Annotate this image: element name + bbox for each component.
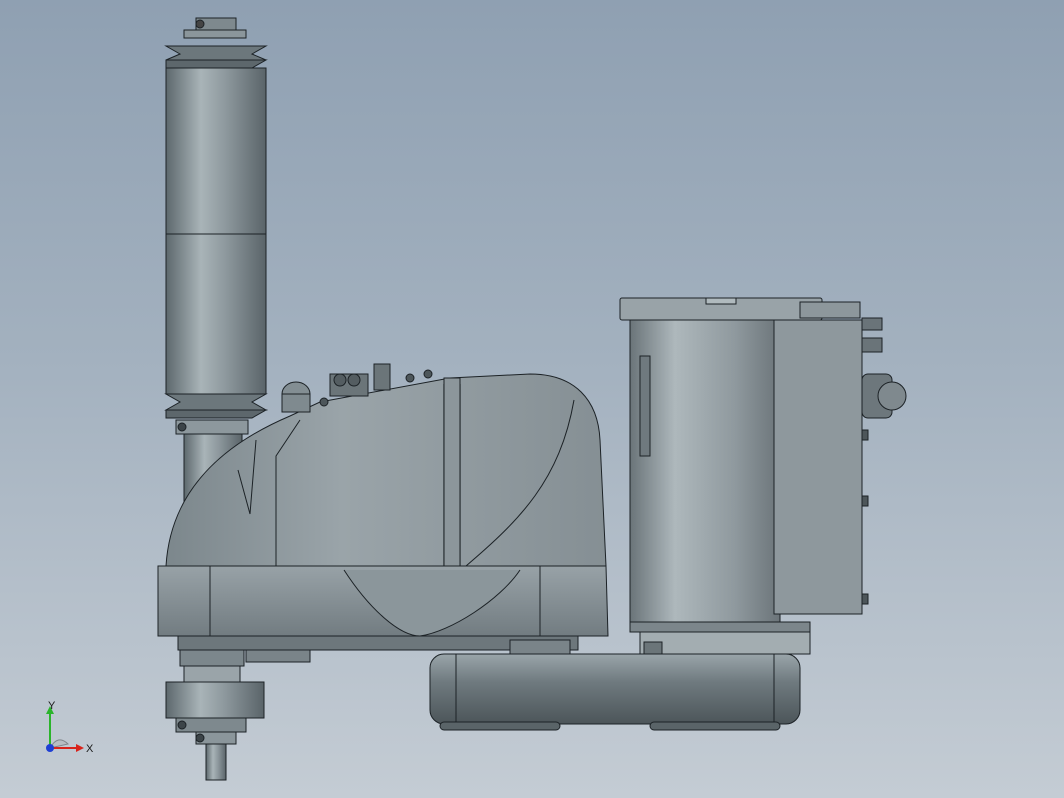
x-axis-arrowhead — [76, 744, 84, 752]
view-triad: Y X — [46, 700, 94, 755]
end-effector-shaft[interactable] — [165, 649, 265, 781]
upper-motor-assembly[interactable] — [619, 297, 907, 655]
scara-robot-model[interactable] — [0, 0, 1064, 798]
z-axis-dot — [46, 744, 54, 752]
x-axis-label: X — [86, 743, 94, 755]
y-axis-label: Y — [48, 700, 56, 712]
cad-graphics-viewport[interactable]: Y X — [0, 0, 1064, 798]
